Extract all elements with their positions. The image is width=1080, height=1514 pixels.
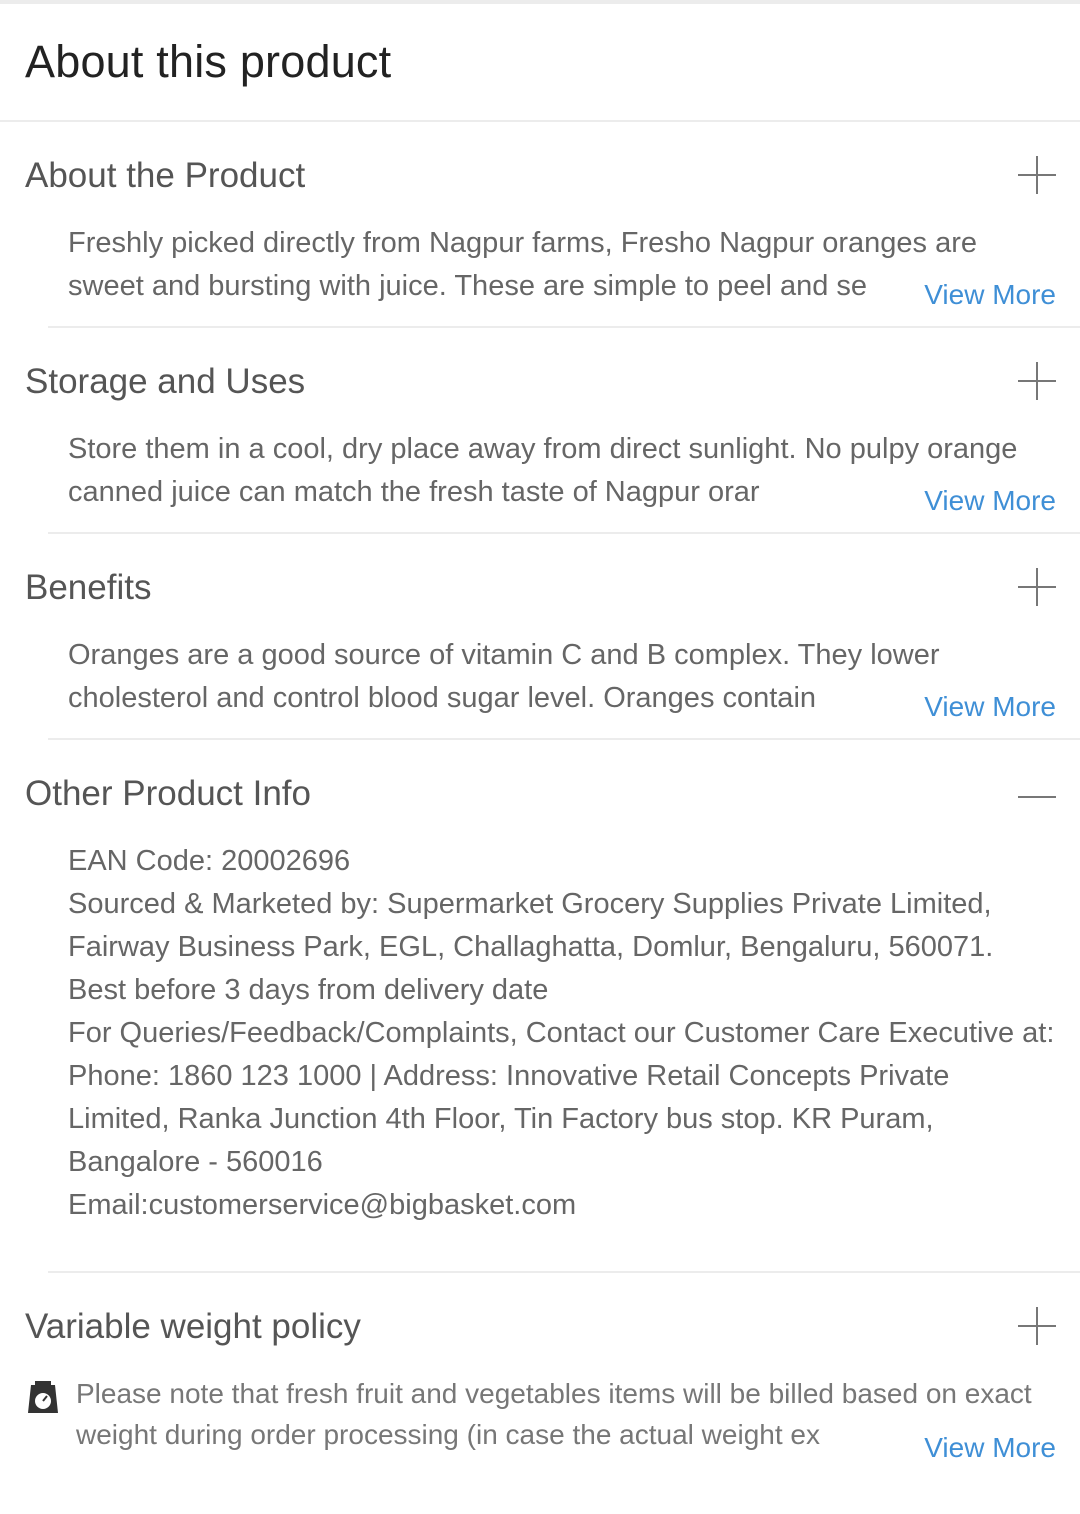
page-header: About this product [0, 4, 1080, 122]
section-variable-weight-policy: Variable weight policy Please note that … [25, 1273, 1080, 1483]
section-preview: Oranges are a good source of vitamin C a… [68, 634, 1056, 738]
section-header-variable-weight[interactable]: Variable weight policy [0, 1273, 1080, 1373]
section-about-product: About the Product Freshly picked directl… [25, 122, 1080, 328]
section-header-about-product[interactable]: About the Product [0, 122, 1080, 222]
section-preview: Store them in a cool, dry place away fro… [68, 428, 1056, 532]
section-storage-uses: Storage and Uses Store them in a cool, d… [25, 328, 1080, 534]
plus-icon[interactable] [1018, 568, 1056, 606]
section-preview: Please note that fresh fruit and vegetab… [0, 1373, 1056, 1483]
section-title: Benefits [25, 568, 152, 607]
section-title: About the Product [25, 156, 306, 195]
section-title: Other Product Info [25, 774, 311, 813]
weighing-scale-icon [28, 1381, 58, 1413]
email-text: Email:customerservice@bigbasket.com [68, 1189, 577, 1221]
section-benefits: Benefits Oranges are a good source of vi… [25, 534, 1080, 740]
page-title: About this product [25, 36, 392, 87]
section-title: Variable weight policy [25, 1307, 361, 1346]
view-more-link[interactable]: View More [884, 278, 1056, 312]
plus-icon[interactable] [1018, 156, 1056, 194]
minus-icon[interactable] [1018, 774, 1056, 812]
marketer-text: Sourced & Marketed by: Supermarket Groce… [68, 888, 994, 963]
ean-code-text: EAN Code: 20002696 [68, 845, 351, 877]
plus-icon[interactable] [1018, 362, 1056, 400]
view-more-link[interactable]: View More [884, 484, 1056, 518]
view-more-link[interactable]: View More [884, 1431, 1056, 1465]
customer-care-text: For Queries/Feedback/Complaints, Contact… [68, 1017, 1055, 1178]
product-info-accordion: About the Product Freshly picked directl… [0, 122, 1080, 1483]
best-before-text: Best before 3 days from delivery date [68, 974, 549, 1006]
section-header-benefits[interactable]: Benefits [0, 534, 1080, 634]
section-header-storage-uses[interactable]: Storage and Uses [0, 328, 1080, 428]
plus-icon[interactable] [1018, 1307, 1056, 1345]
section-title: Storage and Uses [25, 362, 306, 401]
section-header-other-product-info[interactable]: Other Product Info [0, 740, 1080, 840]
section-preview: Freshly picked directly from Nagpur farm… [68, 222, 1056, 326]
view-more-link[interactable]: View More [884, 690, 1056, 724]
section-other-product-info: Other Product Info EAN Code: 20002696 So… [25, 740, 1080, 1273]
section-details: EAN Code: 20002696 Sourced & Marketed by… [68, 840, 1056, 1271]
